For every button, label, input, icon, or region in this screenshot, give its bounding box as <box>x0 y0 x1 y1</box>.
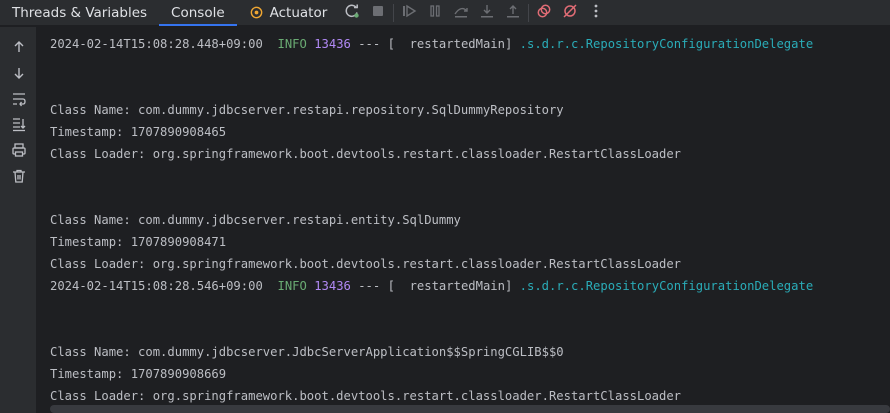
log-pid: 13436 <box>314 37 351 51</box>
mute-breakpoints-icon <box>562 3 578 23</box>
soft-wrap-button[interactable] <box>8 90 30 112</box>
tab-actuator-label: Actuator <box>269 4 328 21</box>
log-line: 2024-02-14T15:08:28.546+09:00 INFO 13436… <box>50 275 813 297</box>
toolbar-divider <box>393 3 395 22</box>
rerun-button[interactable] <box>339 0 365 26</box>
step-into-button[interactable] <box>474 0 500 26</box>
tab-actuator[interactable]: Actuator <box>237 0 340 26</box>
timestamp-line: Timestamp: 1707890908471 <box>50 235 227 249</box>
soft-wrap-icon <box>11 91 27 111</box>
scroll-down-button[interactable] <box>8 63 30 85</box>
view-breakpoints-button[interactable] <box>531 0 557 26</box>
timestamp-line: Timestamp: 1707890908669 <box>50 367 227 381</box>
log-timestamp: 2024-02-14T15:08:28.546+09:00 <box>50 279 263 293</box>
toolbar-divider <box>528 3 530 22</box>
log-thread: restartedMain] <box>394 37 513 51</box>
scroll-up-icon <box>12 39 26 58</box>
log-line: 2024-02-14T15:08:28.448+09:00 INFO 13436… <box>50 33 813 55</box>
print-icon <box>11 142 27 162</box>
pause-button[interactable] <box>422 0 448 26</box>
class-loader-line: Class Loader: org.springframework.boot.d… <box>50 257 682 271</box>
clear-icon <box>11 168 27 188</box>
pause-icon <box>427 3 443 23</box>
resume-icon <box>401 3 417 23</box>
class-name-line: Class Name: com.dummy.jdbcserver.restapi… <box>50 213 461 227</box>
rerun-icon <box>344 3 360 23</box>
log-level: INFO <box>277 279 307 293</box>
class-name-line: Class Name: com.dummy.jdbcserver.JdbcSer… <box>50 345 564 359</box>
scroll-to-end-icon <box>11 116 27 136</box>
class-name-line: Class Name: com.dummy.jdbcserver.restapi… <box>50 103 564 117</box>
actuator-icon <box>249 5 264 20</box>
log-separator: --- [ <box>358 279 395 293</box>
scroll-up-button[interactable] <box>8 37 30 59</box>
log-level: INFO <box>277 37 307 51</box>
step-out-icon <box>505 3 521 23</box>
debug-toolbar: Threads & Variables Console Actuator <box>0 0 890 26</box>
more-button[interactable] <box>583 0 609 26</box>
class-loader-line: Class Loader: org.springframework.boot.d… <box>50 389 682 403</box>
tab-threads-variables[interactable]: Threads & Variables <box>0 0 159 26</box>
scroll-down-icon <box>12 65 26 84</box>
console-gutter <box>0 27 37 413</box>
tab-console[interactable]: Console <box>159 0 237 26</box>
stop-button[interactable] <box>365 0 391 26</box>
scroll-to-end-button[interactable] <box>8 115 30 137</box>
step-into-icon <box>479 3 495 23</box>
timestamp-line: Timestamp: 1707890908465 <box>50 125 227 139</box>
step-over-icon <box>453 3 469 23</box>
more-icon <box>588 3 604 23</box>
horizontal-scrollbar[interactable] <box>50 405 890 413</box>
view-breakpoints-icon <box>536 3 552 23</box>
class-loader-line: Class Loader: org.springframework.boot.d… <box>50 147 682 161</box>
log-separator: --- [ <box>358 37 395 51</box>
clear-button[interactable] <box>8 167 30 189</box>
step-out-button[interactable] <box>500 0 526 26</box>
step-over-button[interactable] <box>448 0 474 26</box>
stop-icon <box>371 3 385 22</box>
mute-breakpoints-button[interactable] <box>557 0 583 26</box>
console-output[interactable]: 2024-02-14T15:08:28.448+09:00 INFO 13436… <box>38 27 890 413</box>
log-pid: 13436 <box>314 279 351 293</box>
log-thread: restartedMain] <box>394 279 513 293</box>
log-logger: .s.d.r.c.RepositoryConfigurationDelegate <box>519 37 814 51</box>
log-logger: .s.d.r.c.RepositoryConfigurationDelegate <box>519 279 814 293</box>
log-timestamp: 2024-02-14T15:08:28.448+09:00 <box>50 37 263 51</box>
resume-button[interactable] <box>396 0 422 26</box>
print-button[interactable] <box>8 141 30 163</box>
